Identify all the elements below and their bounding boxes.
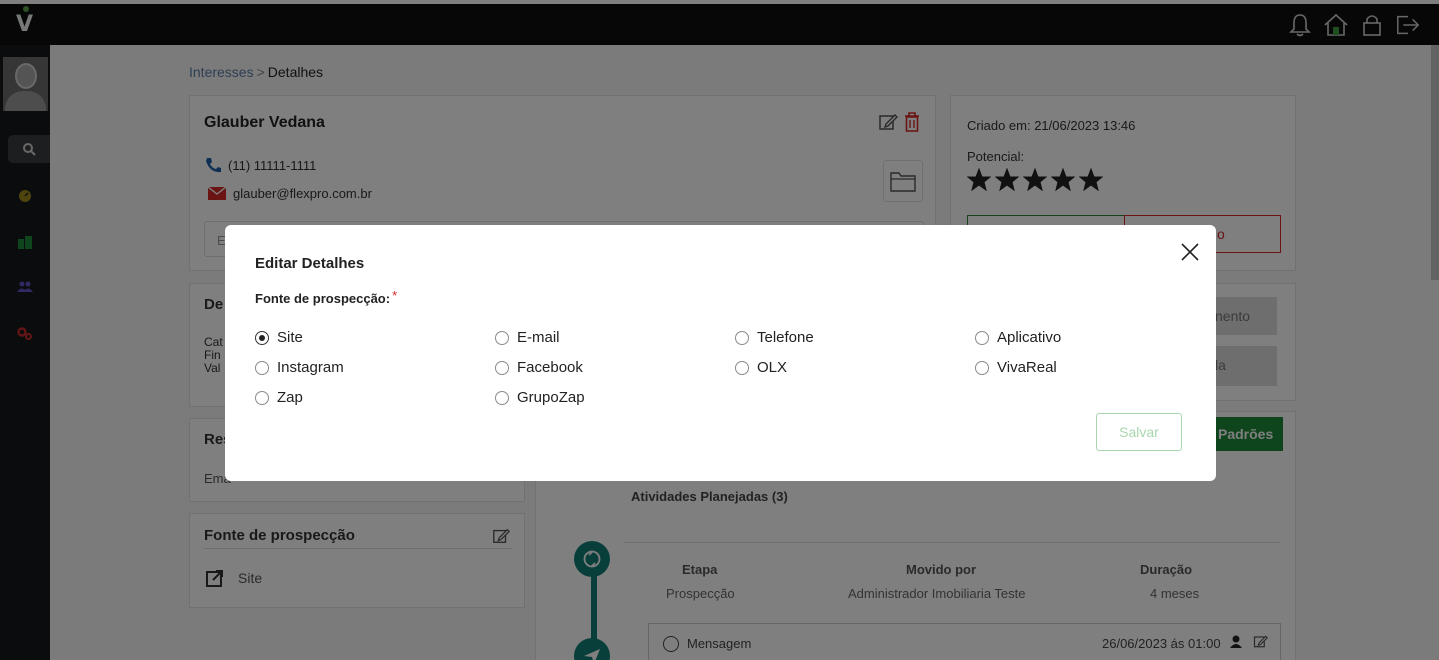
radio-option[interactable]: Telefone <box>735 329 814 346</box>
radio-label: Instagram <box>277 359 344 376</box>
radio-option[interactable]: OLX <box>735 359 787 376</box>
radio-label: Facebook <box>517 359 583 376</box>
radio-label: Zap <box>277 389 303 406</box>
radio-option[interactable]: GrupoZap <box>495 389 585 406</box>
radio-label: Aplicativo <box>997 329 1062 346</box>
radio-circle[interactable] <box>255 360 269 375</box>
radio-circle[interactable] <box>495 390 509 405</box>
radio-option[interactable]: Instagram <box>255 359 344 376</box>
radio-label: OLX <box>757 359 788 376</box>
radio-circle[interactable] <box>735 330 749 345</box>
field-label-text: Fonte de prospecção: <box>255 291 391 306</box>
edit-details-modal: Editar Detalhes Fonte de prospecção: * Si… <box>225 225 1216 481</box>
radio-circle[interactable] <box>975 360 989 375</box>
radio-label: VivaReal <box>997 359 1057 376</box>
required-mark: * <box>392 288 398 303</box>
radio-circle[interactable] <box>255 390 269 405</box>
save-button[interactable]: Salvar <box>1096 413 1182 451</box>
radio-option[interactable]: Facebook <box>495 359 583 376</box>
modal-title: Editar Detalhes <box>255 255 365 272</box>
radio-circle[interactable] <box>735 360 749 375</box>
radio-option[interactable]: Zap <box>255 389 303 406</box>
radio-label: Site <box>277 329 303 346</box>
radio-circle[interactable] <box>495 360 509 375</box>
radio-option[interactable]: Aplicativo <box>975 329 1061 346</box>
radio-option[interactable]: VivaReal <box>975 359 1057 376</box>
field-label: Fonte de prospecção: * <box>255 288 398 306</box>
close-icon[interactable] <box>1180 242 1200 262</box>
radio-circle[interactable] <box>495 330 509 345</box>
radio-label: Telefone <box>757 329 814 346</box>
radio-label: GrupoZap <box>517 389 585 406</box>
radio-option[interactable]: Site <box>255 329 303 346</box>
radio-option[interactable]: E-mail <box>495 329 560 346</box>
radio-label: E-mail <box>517 329 560 346</box>
radio-circle[interactable] <box>255 330 269 345</box>
radio-circle[interactable] <box>975 330 989 345</box>
